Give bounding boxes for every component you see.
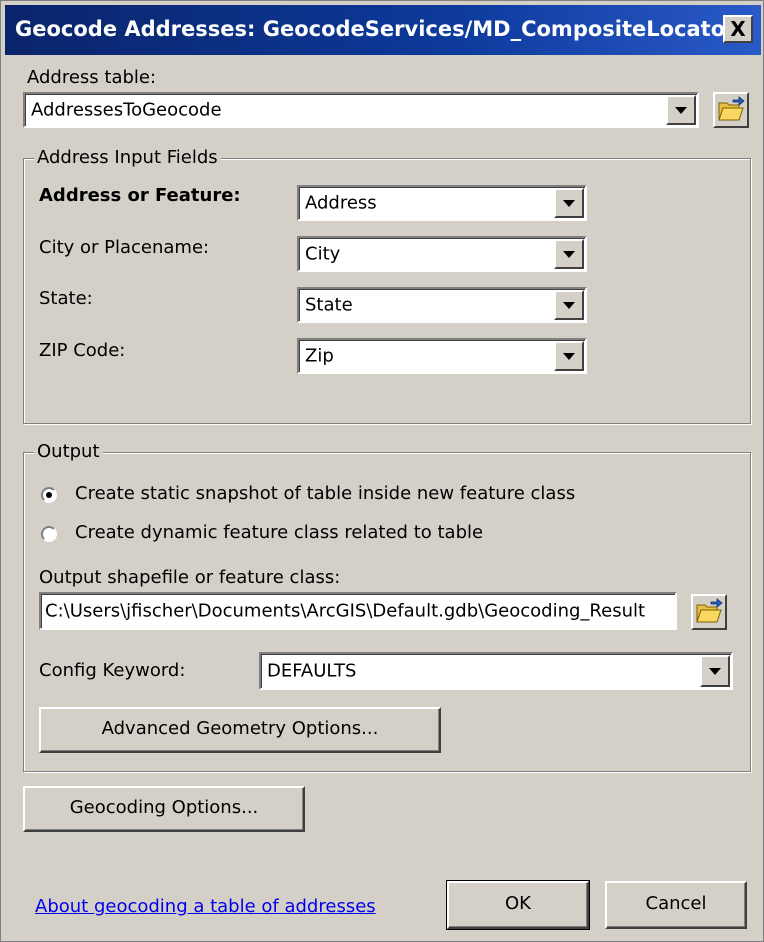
cancel-button[interactable]: Cancel xyxy=(605,881,747,929)
address-table-select[interactable]: AddressesToGeocode xyxy=(23,92,699,128)
config-keyword-select[interactable]: DEFAULTS xyxy=(259,652,733,690)
city-field-label: City or Placename: xyxy=(39,237,210,258)
address-table-value: AddressesToGeocode xyxy=(31,99,222,121)
zip-field-label: ZIP Code: xyxy=(39,340,126,361)
city-field-select[interactable]: City xyxy=(297,236,587,272)
geocoding-options-button[interactable]: Geocoding Options... xyxy=(23,786,305,832)
chevron-down-icon xyxy=(675,107,687,114)
zip-field-value: Zip xyxy=(305,345,334,367)
radio-selected-dot xyxy=(46,492,52,498)
advanced-geometry-options-button[interactable]: Advanced Geometry Options... xyxy=(39,707,441,753)
static-snapshot-label[interactable]: Create static snapshot of table inside n… xyxy=(75,483,575,504)
city-field-dropdown-button[interactable] xyxy=(554,239,584,269)
output-path-label: Output shapefile or feature class: xyxy=(39,567,341,588)
chevron-down-icon xyxy=(563,200,575,207)
state-field-select[interactable]: State xyxy=(297,287,587,323)
output-group-label: Output xyxy=(34,441,103,462)
output-path-value: C:\Users\jfischer\Documents\ArcGIS\Defau… xyxy=(45,600,646,622)
geocode-addresses-dialog: Geocode Addresses: GeocodeServices/MD_Co… xyxy=(0,0,764,942)
output-path-browse-button[interactable] xyxy=(691,594,727,630)
zip-field-select[interactable]: Zip xyxy=(297,338,587,374)
state-field-label: State: xyxy=(39,288,93,309)
dynamic-feature-class-radio[interactable] xyxy=(41,526,57,542)
address-table-dropdown-button[interactable] xyxy=(666,95,696,125)
folder-open-icon xyxy=(718,96,745,121)
ok-button[interactable]: OK xyxy=(446,880,590,930)
address-field-value: Address xyxy=(305,192,377,214)
title-bar[interactable]: Geocode Addresses: GeocodeServices/MD_Co… xyxy=(5,5,761,55)
close-button[interactable]: X xyxy=(723,15,753,43)
chevron-down-icon xyxy=(563,251,575,258)
config-keyword-label: Config Keyword: xyxy=(39,660,186,681)
zip-field-dropdown-button[interactable] xyxy=(554,341,584,371)
output-path-input[interactable]: C:\Users\jfischer\Documents\ArcGIS\Defau… xyxy=(39,592,677,630)
address-table-label: Address table: xyxy=(27,67,157,88)
chevron-down-icon xyxy=(709,668,721,675)
folder-open-icon xyxy=(696,598,723,623)
address-field-select[interactable]: Address xyxy=(297,185,587,221)
state-field-dropdown-button[interactable] xyxy=(554,290,584,320)
address-table-browse-button[interactable] xyxy=(713,92,749,128)
chevron-down-icon xyxy=(563,353,575,360)
window-title: Geocode Addresses: GeocodeServices/MD_Co… xyxy=(15,17,736,41)
config-keyword-dropdown-button[interactable] xyxy=(700,655,730,687)
address-field-label: Address or Feature: xyxy=(39,185,241,206)
city-field-value: City xyxy=(305,243,341,265)
address-field-dropdown-button[interactable] xyxy=(554,188,584,218)
state-field-value: State xyxy=(305,294,353,316)
config-keyword-value: DEFAULTS xyxy=(267,660,357,682)
static-snapshot-radio[interactable] xyxy=(41,487,57,503)
help-link[interactable]: About geocoding a table of addresses xyxy=(35,896,376,917)
dynamic-feature-class-label[interactable]: Create dynamic feature class related to … xyxy=(75,522,483,543)
chevron-down-icon xyxy=(563,302,575,309)
address-input-fields-label: Address Input Fields xyxy=(34,147,221,168)
